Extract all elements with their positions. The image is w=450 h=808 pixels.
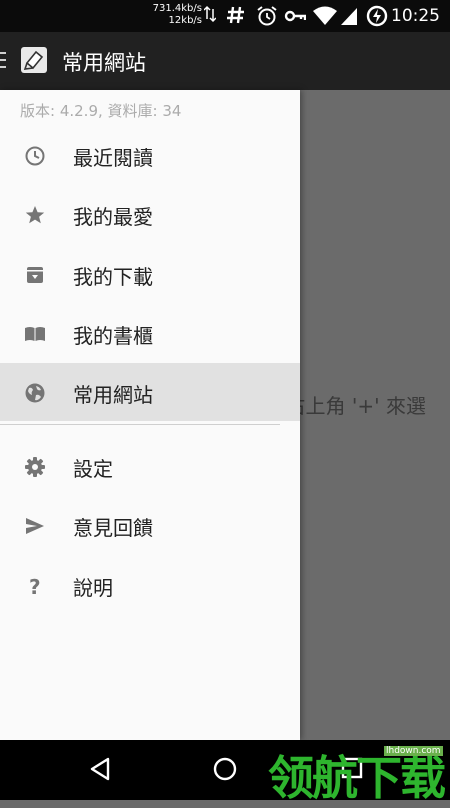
drawer-item-feedback[interactable]: 意見回饋 (0, 496, 300, 554)
drawer-item-websites[interactable]: 常用網站 (0, 363, 300, 421)
drawer-divider (0, 424, 280, 425)
alarm-icon (257, 6, 277, 26)
app-logo-icon[interactable] (21, 47, 47, 73)
hash-icon (227, 6, 244, 24)
drawer-item-downloads[interactable]: 我的下載 (0, 245, 300, 303)
drawer-item-label: 常用網站 (73, 383, 153, 407)
drawer-item-settings[interactable]: 設定 (0, 437, 300, 495)
network-speed: 731.4kb/s 12kb/s (153, 3, 202, 27)
system-nav-bar: 领航下载 lhdown.com (0, 740, 450, 805)
status-bar: 731.4kb/s 12kb/s 10:25 (0, 0, 450, 32)
app-bar: 常用網站 (0, 32, 450, 90)
gear-icon (25, 457, 45, 477)
navigation-drawer: 版本: 4.2.9, 資料庫: 34 最近閱讀 我的最愛 我的下載 我的書櫃 常… (0, 90, 300, 740)
drawer-item-recent[interactable]: 最近閱讀 (0, 126, 300, 184)
watermark-url: lhdown.com (384, 746, 443, 756)
hamburger-icon[interactable] (0, 52, 6, 70)
back-icon[interactable] (88, 756, 112, 782)
send-icon (26, 518, 44, 534)
home-icon[interactable] (212, 756, 238, 782)
battery-charging-icon (366, 5, 388, 27)
data-transfer-icon (204, 5, 216, 23)
drawer-item-help[interactable]: ? 說明 (0, 556, 300, 614)
drawer-item-label: 設定 (73, 457, 113, 481)
version-info: 版本: 4.2.9, 資料庫: 34 (20, 102, 182, 120)
star-icon (25, 206, 45, 224)
help-icon: ? (29, 575, 41, 597)
drawer-item-label: 我的最愛 (73, 205, 153, 229)
drawer-item-bookshelf[interactable]: 我的書櫃 (0, 304, 300, 362)
drawer-item-label: 意見回饋 (73, 516, 153, 540)
empty-hint-text: 右上角 '+' 來選 (285, 394, 426, 418)
net-down-speed: 12kb/s (168, 15, 202, 26)
svg-text:?: ? (29, 575, 41, 597)
book-icon (25, 327, 45, 341)
status-time: 10:25 (391, 6, 440, 26)
drawer-item-label: 最近閱讀 (73, 146, 153, 170)
key-icon (284, 10, 306, 22)
net-up-speed: 731.4kb/s (152, 3, 202, 14)
wifi-icon (313, 6, 337, 25)
download-box-icon (27, 267, 43, 283)
drawer-item-favorites[interactable]: 我的最愛 (0, 185, 300, 243)
signal-icon (341, 8, 357, 25)
globe-icon (25, 383, 45, 403)
drawer-item-label: 說明 (73, 576, 113, 600)
clock-icon (25, 146, 45, 166)
app-title: 常用網站 (62, 51, 146, 75)
drawer-item-label: 我的下載 (73, 265, 153, 289)
drawer-item-label: 我的書櫃 (73, 324, 153, 348)
